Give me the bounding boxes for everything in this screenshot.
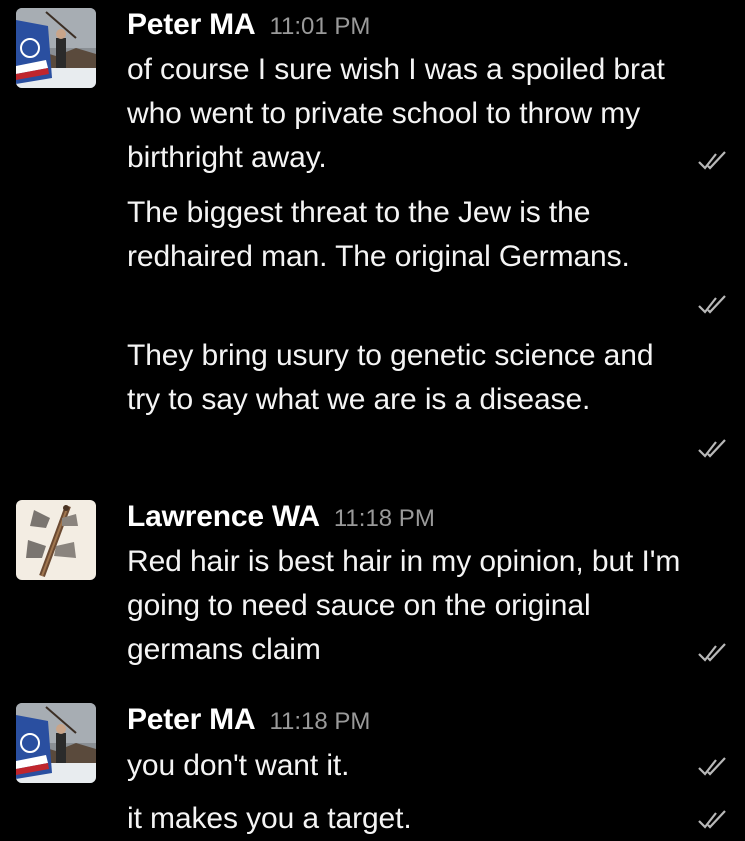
flag-avatar-icon[interactable] xyxy=(16,703,96,783)
message-header: Peter MA 11:01 PM xyxy=(127,8,370,42)
read-receipt-icon xyxy=(698,438,728,460)
message-header: Peter MA 11:18 PM xyxy=(127,703,370,737)
read-receipt-icon xyxy=(698,809,728,831)
message-text: The biggest threat to the Jew is the red… xyxy=(127,196,630,273)
chat-log: Peter MA 11:01 PM of course I sure wish I… xyxy=(0,0,745,835)
axe-avatar-icon[interactable] xyxy=(16,500,96,580)
message-timestamp: 11:01 PM xyxy=(269,13,371,40)
message-text: They bring usury to genetic science and … xyxy=(127,339,654,416)
read-receipt-icon xyxy=(698,150,728,172)
message-text: it makes you a target. xyxy=(127,802,412,835)
read-receipt-icon xyxy=(698,642,728,664)
read-receipt-icon xyxy=(698,756,728,778)
sender-name[interactable]: Peter MA xyxy=(127,8,256,41)
message-text: Red hair is best hair in my opinion, but… xyxy=(127,545,681,666)
read-receipt-icon xyxy=(698,294,728,316)
sender-name[interactable]: Peter MA xyxy=(127,703,256,736)
message-timestamp: 11:18 PM xyxy=(269,708,371,735)
message-header: Lawrence WA 11:18 PM xyxy=(127,500,435,534)
flag-avatar-icon[interactable] xyxy=(16,8,96,88)
sender-name[interactable]: Lawrence WA xyxy=(127,500,320,533)
message-text: of course I sure wish I was a spoiled br… xyxy=(127,53,665,174)
message-text: you don't want it. xyxy=(127,749,350,782)
message-timestamp: 11:18 PM xyxy=(333,505,435,532)
